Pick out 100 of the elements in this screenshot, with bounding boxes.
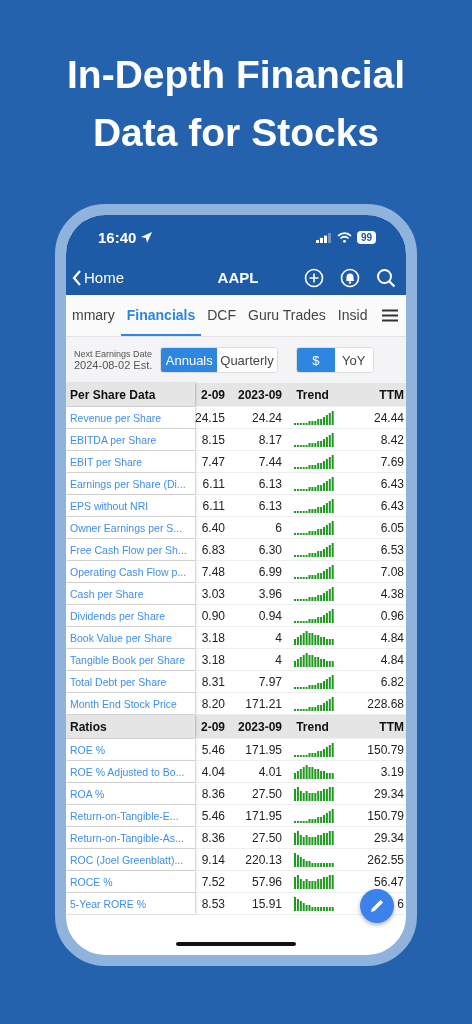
table-cell: 0.96 xyxy=(380,608,404,623)
table-cell: 8.20 xyxy=(201,696,225,711)
table-cell: 171.21 xyxy=(245,696,282,711)
trend-sparkline xyxy=(294,520,334,535)
metric-link[interactable]: Operating Cash Flow p... xyxy=(66,561,195,582)
trend-sparkline xyxy=(294,652,334,667)
table-cell: 7.69 xyxy=(380,454,404,469)
table-cell: 6.11 xyxy=(202,476,225,491)
pencil-icon xyxy=(369,898,385,914)
table-cell: 7.44 xyxy=(258,454,282,469)
table-cell: 27.50 xyxy=(251,830,282,845)
metric-link[interactable]: ROC (Joel Greenblatt)... xyxy=(66,849,195,870)
metric-link[interactable]: Month End Stock Price xyxy=(66,693,195,714)
table-cell: 171.95 xyxy=(245,742,282,757)
metric-link[interactable]: Revenue per Share xyxy=(66,407,195,428)
table-cell: 6.13 xyxy=(258,498,282,513)
unit-toggle-option[interactable]: $ xyxy=(296,348,335,372)
metric-link[interactable]: Tangible Book per Share xyxy=(66,649,195,670)
trend-sparkline xyxy=(294,410,334,425)
back-button[interactable]: Home xyxy=(72,269,152,286)
location-icon xyxy=(141,232,153,243)
table-cell: 6.05 xyxy=(380,520,404,535)
tab[interactable]: mmary xyxy=(66,295,121,336)
metric-link[interactable]: Return-on-Tangible-E... xyxy=(66,805,195,826)
table-cell: 6.82 xyxy=(380,674,404,689)
table-cell: 8.36 xyxy=(201,830,225,845)
tab[interactable]: Guru Trades xyxy=(242,295,332,336)
table-cell: 7.52 xyxy=(201,874,225,889)
headline: In-Depth Financial Data for Stocks xyxy=(67,52,405,156)
metric-link[interactable]: Cash per Share xyxy=(66,583,195,604)
metric-link[interactable]: ROCE % xyxy=(66,871,195,892)
table-cell: 6.13 xyxy=(258,476,282,491)
period-toggle-option[interactable]: Annuals xyxy=(161,348,218,372)
table-cell: 262.55 xyxy=(367,852,404,867)
metric-link[interactable]: ROA % xyxy=(66,783,195,804)
metric-link[interactable]: ROE % xyxy=(66,739,195,760)
metric-link[interactable]: ROE % Adjusted to Bo... xyxy=(66,761,195,782)
trend-sparkline xyxy=(294,696,334,711)
metric-link[interactable]: Earnings per Share (Di... xyxy=(66,473,195,494)
table-cell: 0.94 xyxy=(258,608,282,623)
trend-sparkline xyxy=(294,542,334,557)
metric-link[interactable]: EBITDA per Share xyxy=(66,429,195,450)
metric-link[interactable]: Total Debt per Share xyxy=(66,671,195,692)
clock: 16:40 xyxy=(98,229,137,246)
trend-sparkline xyxy=(294,742,334,757)
metric-link[interactable]: Dividends per Share xyxy=(66,605,195,626)
table-cell: 6.43 xyxy=(380,476,404,491)
table-cell: 4.04 xyxy=(201,764,225,779)
table-cell: 3.03 xyxy=(201,586,225,601)
metric-link[interactable]: Book Value per Share xyxy=(66,627,195,648)
metric-link[interactable]: Return-on-Tangible-As... xyxy=(66,827,195,848)
trend-sparkline xyxy=(294,586,334,601)
metric-link[interactable]: Free Cash Flow per Sh... xyxy=(66,539,195,560)
trend-sparkline xyxy=(294,674,334,689)
metric-link[interactable]: EPS without NRI xyxy=(66,495,195,516)
menu-icon[interactable] xyxy=(382,309,398,322)
earnings-date: 2024-08-02 Est. xyxy=(74,359,153,371)
trend-sparkline xyxy=(294,454,334,469)
tab[interactable]: Insid xyxy=(331,295,374,336)
table-cell: 6.11 xyxy=(202,498,225,513)
tab[interactable]: DCF xyxy=(201,295,243,336)
trend-sparkline xyxy=(294,808,334,823)
table-cell: 29.34 xyxy=(373,786,404,801)
earnings-label: Next Earnings Date xyxy=(74,349,153,359)
search-icon[interactable] xyxy=(376,267,396,288)
table-cell: 4 xyxy=(275,630,282,645)
trend-sparkline xyxy=(294,764,334,779)
table-cell: 3.19 xyxy=(380,764,404,779)
table-cell: 4.84 xyxy=(380,652,404,667)
table-cell: 24.15 xyxy=(194,410,225,425)
table-cell: 171.95 xyxy=(245,808,282,823)
add-icon[interactable] xyxy=(304,267,324,288)
table-cell: 56.47 xyxy=(373,874,404,889)
section-header: Per Share Data xyxy=(66,383,195,406)
section-header: Ratios xyxy=(66,715,195,738)
metric-link[interactable]: EBIT per Share xyxy=(66,451,195,472)
table-cell: 3.18 xyxy=(201,652,225,667)
table-cell: 8.42 xyxy=(380,432,404,447)
table-cell: 8.31 xyxy=(201,674,225,689)
metric-link[interactable]: 5-Year RORE % xyxy=(66,893,195,914)
table-cell: 9.14 xyxy=(201,852,225,867)
bell-icon[interactable] xyxy=(340,267,360,288)
table-cell: 220.13 xyxy=(245,852,282,867)
signal-icon xyxy=(315,232,332,243)
period-toggle-option[interactable]: Quarterly xyxy=(217,348,277,372)
edit-button[interactable] xyxy=(360,889,394,923)
metric-link[interactable]: Owner Earnings per S... xyxy=(66,517,195,538)
table-cell: 3.96 xyxy=(258,586,282,601)
table-cell: 6 xyxy=(275,520,282,535)
trend-sparkline xyxy=(294,608,334,623)
table-cell: 5.46 xyxy=(201,808,225,823)
trend-sparkline xyxy=(294,896,334,911)
table-cell: 6.40 xyxy=(201,520,225,535)
table-cell: 7.48 xyxy=(201,564,225,579)
table-cell: 150.79 xyxy=(367,742,404,757)
column-header: 2023-09 xyxy=(236,386,283,404)
table-cell: 3.18 xyxy=(201,630,225,645)
trend-sparkline xyxy=(294,630,334,645)
table-cell: 6.99 xyxy=(258,564,282,579)
table-cell: 4.38 xyxy=(380,586,404,601)
